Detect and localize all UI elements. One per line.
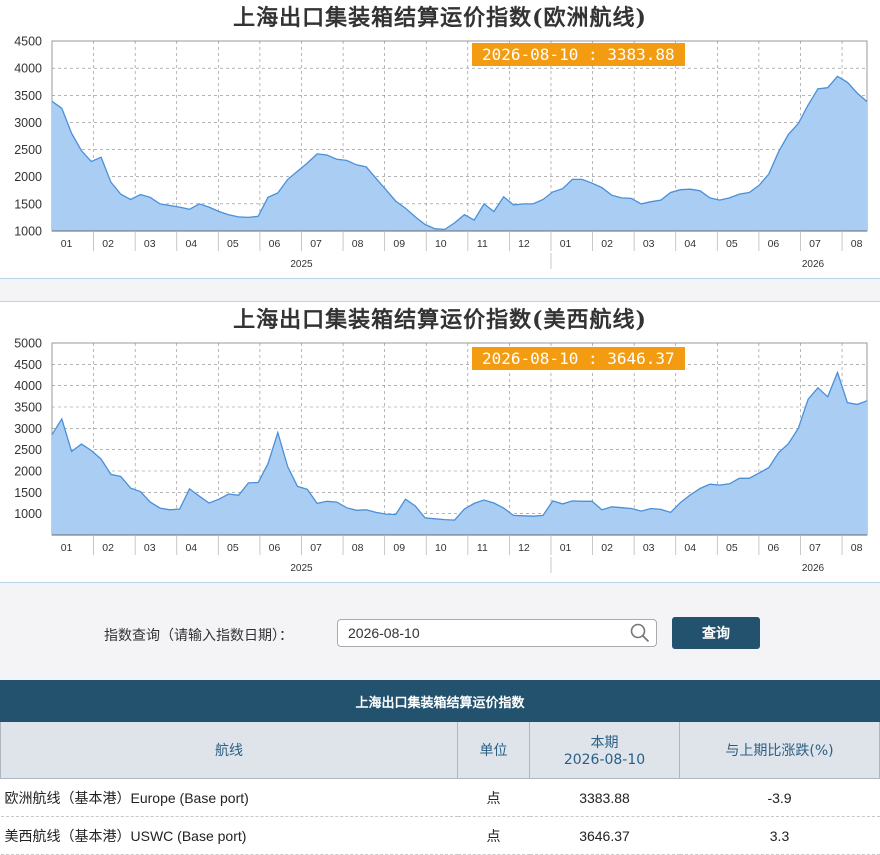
y-tick-label: 4500: [14, 35, 42, 49]
x-tick-label: 07: [310, 238, 322, 250]
x-tick-label: 11: [477, 542, 488, 554]
date-input[interactable]: [338, 620, 618, 646]
y-tick-label: 1000: [14, 225, 42, 239]
table-row: 美西航线（基本港）USWC (Base port) 点 3646.37 3.3: [0, 816, 880, 855]
x-tick-label: 03: [643, 238, 655, 250]
row-route: 美西航线（基本港）USWC (Base port): [0, 816, 458, 855]
y-tick-label: 4000: [14, 379, 42, 393]
chart-svg-uswc[interactable]: 1000 1500 2000 2500 3000 3500 4000 4500 5000 01 02…: [0, 302, 880, 580]
x-tick-label: 01: [61, 542, 73, 554]
row-unit: 点: [457, 778, 530, 817]
panel-separator: [0, 278, 880, 302]
x-tick-label: 11: [477, 238, 488, 250]
x-tick-label: 02: [601, 238, 613, 250]
y-tick-label: 2000: [14, 465, 42, 479]
x-tick-label: 03: [643, 542, 655, 554]
x-tick-label: 06: [768, 238, 780, 250]
x-tick-label: 04: [185, 238, 197, 250]
row-route: 欧洲航线（基本港）Europe (Base port): [0, 778, 458, 817]
y-tick-label: 3500: [14, 89, 42, 103]
x-tick-label: 04: [684, 542, 696, 554]
x-tick-label: 04: [684, 238, 696, 250]
row-unit: 点: [457, 816, 530, 855]
y-tick-label: 5000: [14, 337, 42, 351]
x-tick-label: 01: [61, 238, 73, 250]
x-tick-label: 08: [851, 542, 863, 554]
value-readout-europe: 2026-08-10 : 3383.88: [472, 43, 685, 66]
x-tick-label: 03: [144, 542, 156, 554]
x-tick-label: 05: [726, 238, 738, 250]
x-tick-label: 09: [393, 238, 405, 250]
x-tick-label: 12: [518, 238, 530, 250]
y-tick-label: 4500: [14, 358, 42, 372]
x-tick-label: 12: [518, 542, 530, 554]
y-tick-label: 2000: [14, 170, 42, 184]
search-label: 指数查询（请输入指数日期）：: [104, 628, 293, 644]
x-tick-label: 01: [560, 542, 572, 554]
year-label: 2025: [290, 563, 313, 574]
x-tick-label: 07: [310, 542, 322, 554]
y-tick-label: 1000: [14, 507, 42, 521]
query-button[interactable]: 查询: [672, 617, 760, 649]
year-label: 2025: [290, 259, 313, 270]
header-current: 本期 2026-08-10: [529, 721, 680, 779]
table-title: 上海出口集装箱结算运价指数: [0, 680, 880, 722]
search-area: 指数查询（请输入指数日期）： 查询: [0, 582, 880, 680]
x-tick-label: 05: [227, 238, 239, 250]
x-tick-label: 08: [851, 238, 863, 250]
chart-svg-europe[interactable]: 1000 1500 2000 2500 3000 3500 4000 4500 01 02 03 04…: [0, 0, 880, 278]
x-tick-label: 06: [768, 542, 780, 554]
y-tick-label: 3000: [14, 116, 42, 130]
x-tick-label: 07: [809, 238, 821, 250]
chart-uswc: 上海出口集装箱结算运价指数(美西航线) 1000 1500 2000 2500 3000…: [0, 302, 880, 580]
row-change: -3.9: [679, 778, 880, 817]
y-tick-label: 3000: [14, 422, 42, 436]
x-tick-label: 08: [352, 542, 364, 554]
year-label: 2026: [802, 563, 825, 574]
y-tick-label: 1500: [14, 197, 42, 211]
search-icon[interactable]: [630, 623, 650, 643]
date-search-box[interactable]: [337, 619, 657, 647]
header-current-date: 2026-08-10: [563, 752, 646, 768]
table-header-row: 航线 单位 本期 2026-08-10 与上期比涨跌(%): [0, 721, 880, 779]
y-tick-label: 4000: [14, 62, 42, 76]
value-readout-uswc: 2026-08-10 : 3646.37: [472, 347, 685, 370]
row-value: 3646.37: [529, 816, 680, 855]
x-tick-label: 01: [560, 238, 572, 250]
x-tick-label: 02: [102, 542, 114, 554]
x-tick-label: 06: [269, 542, 281, 554]
x-tick-label: 03: [144, 238, 156, 250]
y-tick-label: 3500: [14, 401, 42, 415]
year-label: 2026: [802, 259, 825, 270]
x-tick-label: 08: [352, 238, 364, 250]
row-change: 3.3: [679, 816, 880, 855]
y-tick-label: 2500: [14, 443, 42, 457]
row-value: 3383.88: [529, 778, 680, 817]
x-tick-label: 07: [809, 542, 821, 554]
y-tick-label: 1500: [14, 486, 42, 500]
x-tick-label: 05: [726, 542, 738, 554]
x-tick-label: 02: [601, 542, 613, 554]
header-unit: 单位: [457, 721, 530, 779]
header-change: 与上期比涨跌(%): [679, 721, 880, 779]
x-tick-label: 04: [185, 542, 197, 554]
x-tick-label: 06: [269, 238, 281, 250]
header-current-label: 本期: [590, 735, 619, 751]
index-table: 上海出口集装箱结算运价指数 航线 单位 本期 2026-08-10 与上期比涨跌…: [0, 680, 880, 855]
table-row: 欧洲航线（基本港）Europe (Base port) 点 3383.88 -3…: [0, 778, 880, 817]
header-route: 航线: [0, 721, 458, 779]
y-tick-label: 2500: [14, 143, 42, 157]
x-tick-label: 02: [102, 238, 114, 250]
x-tick-label: 09: [393, 542, 405, 554]
x-tick-label: 05: [227, 542, 239, 554]
chart-europe: 上海出口集装箱结算运价指数(欧洲航线) 1000 1500 2000 2500 3000…: [0, 0, 880, 278]
x-tick-label: 10: [435, 238, 447, 250]
x-tick-label: 10: [435, 542, 447, 554]
